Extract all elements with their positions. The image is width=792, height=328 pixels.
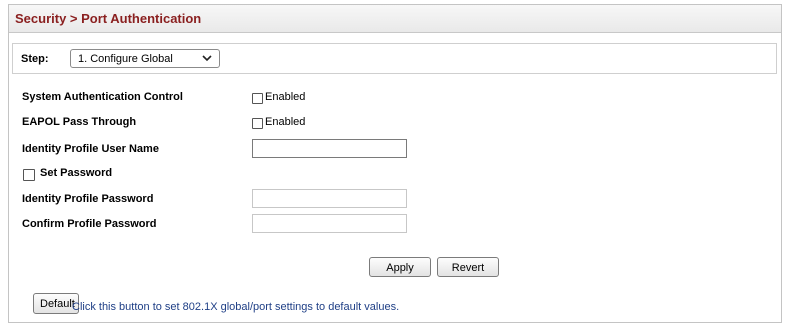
eapol-pass-through-enabled-label: Enabled [265, 116, 306, 128]
step-bar: Step: 1. Configure Global [12, 43, 777, 74]
eapol-pass-through-label: EAPOL Pass Through [22, 116, 137, 128]
apply-button[interactable]: Apply [369, 257, 431, 277]
identity-password-label: Identity Profile Password [22, 193, 154, 205]
identity-user-name-input[interactable] [252, 139, 407, 158]
step-select[interactable]: 1. Configure Global [70, 49, 220, 68]
eapol-pass-through-checkbox[interactable] [252, 118, 263, 129]
set-password-label: Set Password [40, 167, 113, 179]
confirm-password-label: Confirm Profile Password [22, 218, 157, 230]
page-header: Security > Port Authentication [9, 5, 781, 33]
system-auth-control-checkbox[interactable] [252, 93, 263, 104]
step-select-value: 1. Configure Global [78, 53, 173, 65]
port-authentication-panel: Security > Port Authentication Step: 1. … [8, 4, 782, 323]
default-hint-text: Click this button to set 802.1X global/p… [72, 301, 400, 313]
revert-button[interactable]: Revert [437, 257, 499, 277]
identity-password-input[interactable] [252, 189, 407, 208]
confirm-password-input[interactable] [252, 214, 407, 233]
page-title: Security > Port Authentication [15, 11, 202, 26]
system-auth-control-enabled-label: Enabled [265, 91, 306, 103]
set-password-checkbox[interactable] [23, 169, 35, 181]
chevron-down-icon [202, 55, 212, 62]
identity-user-name-label: Identity Profile User Name [22, 143, 159, 155]
step-label: Step: [21, 53, 49, 65]
system-auth-control-label: System Authentication Control [22, 91, 183, 103]
